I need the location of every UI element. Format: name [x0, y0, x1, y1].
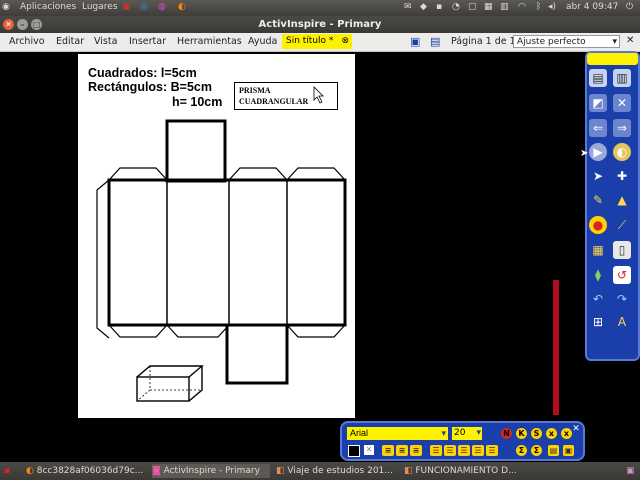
tool-cross-icon[interactable]: ✚ [613, 167, 631, 185]
equation-icon[interactable]: Σ [531, 445, 542, 456]
desktop-annotate-icon[interactable]: ◐ [613, 143, 631, 161]
reset-icon[interactable]: ↺ [613, 266, 631, 284]
document-icon: ◧ [276, 466, 288, 476]
indent-icon[interactable]: ☰ [444, 445, 456, 456]
taskbar-item-doc2[interactable]: ◧ FUNCIONAMIENTO D... [404, 464, 522, 478]
mouse-cursor-icon [313, 86, 324, 104]
bottom-flap-2 [166, 324, 230, 338]
taskbar-item-activinspire[interactable]: ◙ ActivInspire - Primary [152, 464, 270, 478]
align-left-icon[interactable]: ≡ [382, 445, 394, 456]
top-flap-3 [228, 167, 288, 181]
taskbar: ▪ ◐ 8cc3828af06036d79c... ◙ ActivInspire… [0, 462, 640, 480]
task-label: 8cc3828af06036d79c... [36, 466, 144, 476]
connector-icon[interactable]: ⟋ [613, 216, 631, 234]
spray-icon[interactable]: ⧫ [589, 266, 607, 284]
list-style-icon[interactable]: ☰ [472, 445, 484, 456]
activinspire-icon: ◙ [152, 466, 164, 476]
bottom-flap-1 [108, 324, 168, 338]
previous-page-icon[interactable]: ⇐ [589, 119, 607, 137]
page-browser-icon[interactable]: ▥ [613, 69, 631, 87]
prism-sketch-top [136, 365, 204, 378]
chevron-down-icon: ▾ [476, 428, 481, 438]
taskbar-item-browser[interactable]: ◐ 8cc3828af06036d79c... [26, 464, 146, 478]
task-label: FUNCIONAMIENTO D... [415, 466, 517, 476]
pen-icon[interactable]: ✎ [589, 191, 607, 209]
underline-icon[interactable]: S [531, 428, 542, 439]
outdent-icon[interactable]: ☰ [458, 445, 470, 456]
show-desktop-icon[interactable]: ▪ [4, 464, 10, 478]
task-label: Viaje de estudios 201... [287, 466, 393, 476]
prism-sketch-hidden [149, 366, 202, 391]
symbol-icon[interactable]: Σ [516, 445, 527, 456]
font-size-select[interactable]: 20 ▾ [452, 427, 482, 440]
font-size-value: 20 [454, 428, 466, 438]
mouse-cursor-icon-2: ➤ [580, 148, 589, 159]
task-label: ActivInspire - Primary [163, 466, 260, 476]
flipchart-icon[interactable]: ◩ [589, 94, 607, 112]
prism-sketch-hidden-2 [136, 389, 151, 402]
next-page-icon[interactable]: ⇒ [613, 119, 631, 137]
italic-icon[interactable]: K [516, 428, 527, 439]
top-square-face [165, 119, 227, 183]
side-faces-outline [107, 178, 347, 327]
page-icon[interactable]: ▯ [613, 241, 631, 259]
line-spacing-icon[interactable]: ☰ [486, 445, 498, 456]
play-icon[interactable]: ▶ [589, 143, 607, 161]
prism-sketch-front [136, 376, 190, 402]
subscript-icon[interactable]: x [546, 428, 557, 439]
font-select[interactable]: Arial ▾ [347, 427, 448, 440]
browsers-icon[interactable]: ▤ [589, 69, 607, 87]
font-value: Arial [350, 428, 369, 438]
prism-net-drawing[interactable] [0, 0, 640, 480]
highlight-none-icon[interactable]: ✕ [364, 445, 374, 455]
bullets-icon[interactable]: ☰ [430, 445, 442, 456]
bottom-square-face [225, 323, 289, 385]
media-icon[interactable]: ▦ [589, 241, 607, 259]
redo-icon[interactable]: ↷ [613, 290, 631, 308]
shape-icon[interactable]: ● [589, 216, 607, 234]
align-center-icon[interactable]: ≡ [396, 445, 408, 456]
select-arrow-icon[interactable]: ➤ [589, 167, 607, 185]
top-flap-1 [108, 167, 168, 181]
chevron-down-icon: ▾ [441, 428, 446, 438]
taskbar-item-doc1[interactable]: ◧ Viaje de estudios 201... [276, 464, 396, 478]
toolbox-header[interactable] [587, 53, 638, 65]
bold-icon[interactable]: N [501, 428, 512, 439]
trash-icon[interactable]: ▣ [626, 464, 635, 478]
left-flap [96, 179, 110, 339]
fill-icon[interactable]: ▲ [613, 191, 631, 209]
text-options-icon[interactable]: ▣ [563, 445, 574, 456]
firefox-icon: ◐ [26, 466, 37, 476]
document-icon: ◧ [404, 466, 416, 476]
text-icon[interactable]: A [613, 313, 631, 331]
undo-icon[interactable]: ↶ [589, 290, 607, 308]
clear-icon[interactable]: ⊞ [589, 313, 607, 331]
tools-icon[interactable]: ✕ [613, 94, 631, 112]
keyboard-icon[interactable]: ▤ [548, 445, 559, 456]
top-flap-4 [286, 167, 346, 181]
close-text-toolbar-icon[interactable]: ✕ [570, 423, 582, 435]
text-color-swatch[interactable] [348, 445, 360, 457]
bottom-flap-4 [286, 324, 346, 338]
align-right-icon[interactable]: ≡ [410, 445, 422, 456]
